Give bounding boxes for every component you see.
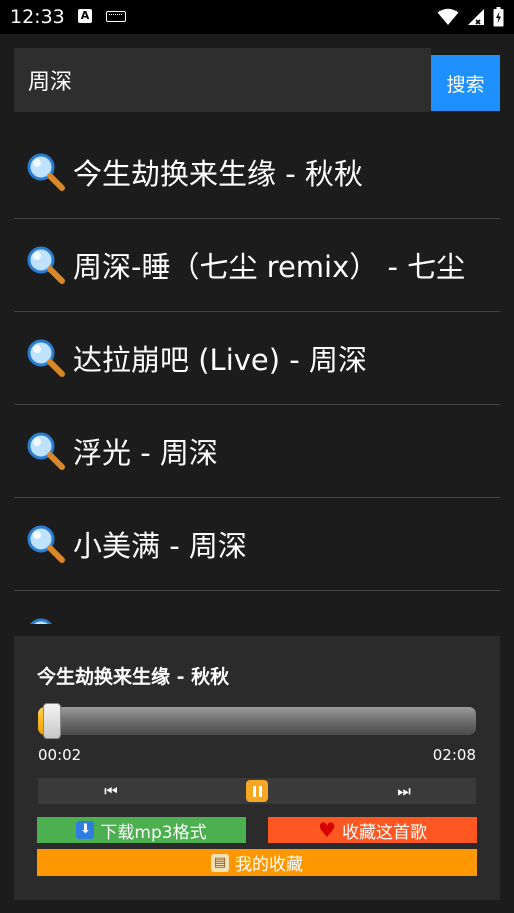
a-icon: A xyxy=(78,9,92,23)
heart-icon: ♥ xyxy=(318,818,336,842)
list-item[interactable]: 周深-睡（七尘 remix） - 七尘 xyxy=(14,219,500,312)
search-input[interactable] xyxy=(14,48,431,112)
favorite-label: 收藏这首歌 xyxy=(341,822,427,843)
status-time: 12:33 xyxy=(10,6,65,28)
playback-controls: ⏮ ⏭ xyxy=(38,778,476,804)
current-time: 00:02 xyxy=(38,746,82,764)
search-icon xyxy=(27,246,65,284)
list-item[interactable]: 今生劫换来生缘 - 秋秋 xyxy=(14,126,500,219)
battery-icon xyxy=(493,7,504,27)
search-bar: 搜索 xyxy=(14,48,500,112)
my-favorites-label: 我的收藏 xyxy=(235,855,303,875)
result-label: 达拉崩吧 (Live) - 周深 xyxy=(73,343,367,377)
download-label: 下载mp3格式 xyxy=(100,822,207,843)
list-item[interactable]: 小美满 - 周深 xyxy=(14,498,500,591)
total-time: 02:08 xyxy=(432,746,476,764)
list-item[interactable]: 奔赴超无限 - 周深 / 北京环球 xyxy=(14,591,500,624)
result-label: 今生劫换来生缘 - 秋秋 xyxy=(73,157,363,191)
clipboard-icon: ▤ xyxy=(211,853,229,872)
next-icon[interactable]: ⏭ xyxy=(391,778,417,804)
result-label: 奔赴超无限 - 周深 / 北京环球 xyxy=(73,616,449,624)
search-icon xyxy=(27,153,65,191)
result-label: 周深-睡（七尘 remix） - 七尘 xyxy=(73,250,466,284)
list-item[interactable]: 浮光 - 周深 xyxy=(14,405,500,498)
status-bar: 12:33 A xyxy=(0,0,514,34)
signal-icon xyxy=(468,9,484,25)
favorite-button[interactable]: ♥ 收藏这首歌 xyxy=(268,817,477,843)
search-button[interactable]: 搜索 xyxy=(431,55,500,111)
search-icon xyxy=(27,432,65,470)
search-icon xyxy=(27,525,65,563)
result-label: 浮光 - 周深 xyxy=(73,436,218,470)
result-label: 小美满 - 周深 xyxy=(73,529,247,563)
now-playing-title: 今生劫换来生缘 - 秋秋 xyxy=(37,666,230,688)
keyboard-icon xyxy=(106,11,126,22)
list-item[interactable]: 达拉崩吧 (Live) - 周深 xyxy=(14,312,500,405)
search-icon xyxy=(27,339,65,377)
pause-icon[interactable] xyxy=(245,778,269,804)
download-button[interactable]: ⬇ 下载mp3格式 xyxy=(37,817,246,843)
progress-thumb[interactable] xyxy=(43,703,61,739)
wifi-icon xyxy=(437,8,459,25)
player-panel: 今生劫换来生缘 - 秋秋 00:02 02:08 ⏮ ⏭ ⬇ 下载mp3格式 ♥… xyxy=(14,636,500,900)
download-arrow-icon: ⬇ xyxy=(76,821,95,839)
my-favorites-button[interactable]: ▤ 我的收藏 xyxy=(37,849,477,876)
previous-icon[interactable]: ⏮ xyxy=(98,778,124,804)
progress-slider[interactable] xyxy=(38,707,476,735)
results-list: 今生劫换来生缘 - 秋秋 周深-睡（七尘 remix） - 七尘 达拉崩吧 (L… xyxy=(14,126,500,624)
search-icon xyxy=(30,618,52,624)
